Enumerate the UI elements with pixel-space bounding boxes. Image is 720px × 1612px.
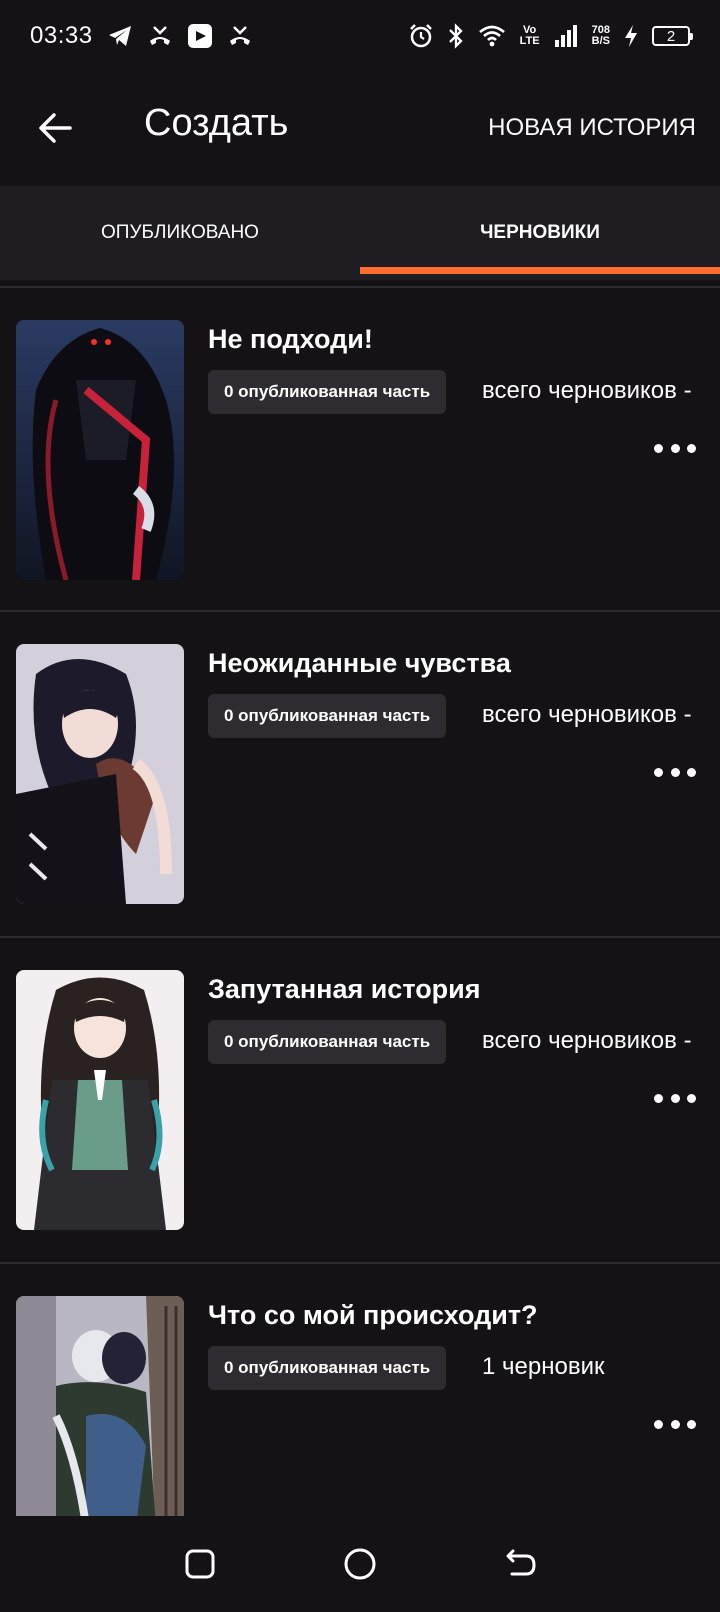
back-button[interactable]: [36, 108, 76, 148]
story-title: Что со мой происходит?: [208, 1300, 538, 1330]
tab-published[interactable]: ОПУБЛИКОВАНО: [0, 186, 360, 280]
story-item[interactable]: Что со мой происходит? 0 опубликованная …: [0, 1264, 720, 1516]
telegram-icon: [107, 24, 133, 48]
net-speed: 708 B/S: [592, 25, 610, 47]
volte-indicator: Vo LTE: [520, 25, 540, 47]
drafts-count: всего черновиков -: [482, 701, 692, 728]
battery-indicator: 2: [652, 26, 693, 46]
more-horizontal-icon[interactable]: [654, 762, 696, 782]
story-cover[interactable]: [16, 970, 184, 1230]
app-header: Создать НОВАЯ ИСТОРИЯ: [0, 72, 720, 186]
story-item[interactable]: Запутанная история 0 опубликованная част…: [0, 938, 720, 1264]
tab-bar: ОПУБЛИКОВАНО ЧЕРНОВИКИ: [0, 186, 720, 280]
arrow-left-icon: [39, 113, 72, 143]
more-horizontal-icon[interactable]: [654, 1088, 696, 1108]
alarm-icon: [408, 23, 434, 49]
missed-call-icon: [147, 24, 173, 48]
more-horizontal-icon[interactable]: [654, 1414, 696, 1434]
square-icon: [185, 1549, 215, 1579]
charging-icon: [624, 24, 638, 48]
home-button[interactable]: [340, 1544, 380, 1584]
page-title: Создать: [144, 102, 289, 144]
story-title: Не подходи!: [208, 324, 373, 354]
recents-button[interactable]: [180, 1544, 220, 1584]
story-cover[interactable]: [16, 320, 184, 580]
drafts-count: всего черновиков -: [482, 377, 692, 404]
signal-icon: [554, 25, 578, 47]
status-time: 03:33: [30, 22, 93, 49]
net-speed-unit: B/S: [591, 35, 610, 47]
wifi-icon: [478, 24, 506, 48]
drafts-count: всего черновиков -: [482, 1027, 692, 1054]
status-bar: 03:33 Vo LTE 708 B/S 2: [0, 0, 720, 72]
story-item[interactable]: Не подходи! 0 опубликованная часть всего…: [0, 286, 720, 612]
system-back-button[interactable]: [500, 1544, 540, 1584]
story-list: Не подходи! 0 опубликованная часть всего…: [0, 286, 720, 1516]
story-title: Запутанная история: [208, 974, 481, 1004]
published-badge: 0 опубликованная часть: [208, 370, 447, 414]
published-badge: 0 опубликованная часть: [208, 1020, 447, 1064]
status-right: Vo LTE 708 B/S 2: [408, 23, 693, 49]
cover-image: [16, 320, 184, 580]
more-horizontal-icon[interactable]: [654, 438, 696, 458]
cover-image: [16, 644, 184, 904]
video-app-icon: [187, 23, 213, 49]
tab-drafts[interactable]: ЧЕРНОВИКИ: [360, 186, 720, 280]
bluetooth-icon: [448, 23, 464, 49]
missed-call-icon-2: [227, 24, 253, 48]
published-badge: 0 опубликованная часть: [208, 694, 447, 738]
cover-image: [16, 1296, 184, 1516]
back-arrow-icon: [506, 1549, 536, 1576]
story-cover[interactable]: [16, 644, 184, 904]
story-title: Неожиданные чувства: [208, 648, 511, 678]
system-nav-bar: [0, 1516, 720, 1612]
published-badge: 0 опубликованная часть: [208, 1346, 447, 1390]
cover-image: [16, 970, 184, 1230]
story-item[interactable]: Неожиданные чувства 0 опубликованная час…: [0, 612, 720, 938]
circle-icon: [344, 1548, 376, 1580]
status-left: 03:33: [30, 22, 253, 50]
story-cover[interactable]: [16, 1296, 184, 1516]
new-story-button[interactable]: НОВАЯ ИСТОРИЯ: [488, 114, 696, 142]
volte-bottom: LTE: [519, 35, 540, 47]
drafts-count: 1 черновик: [482, 1353, 605, 1380]
